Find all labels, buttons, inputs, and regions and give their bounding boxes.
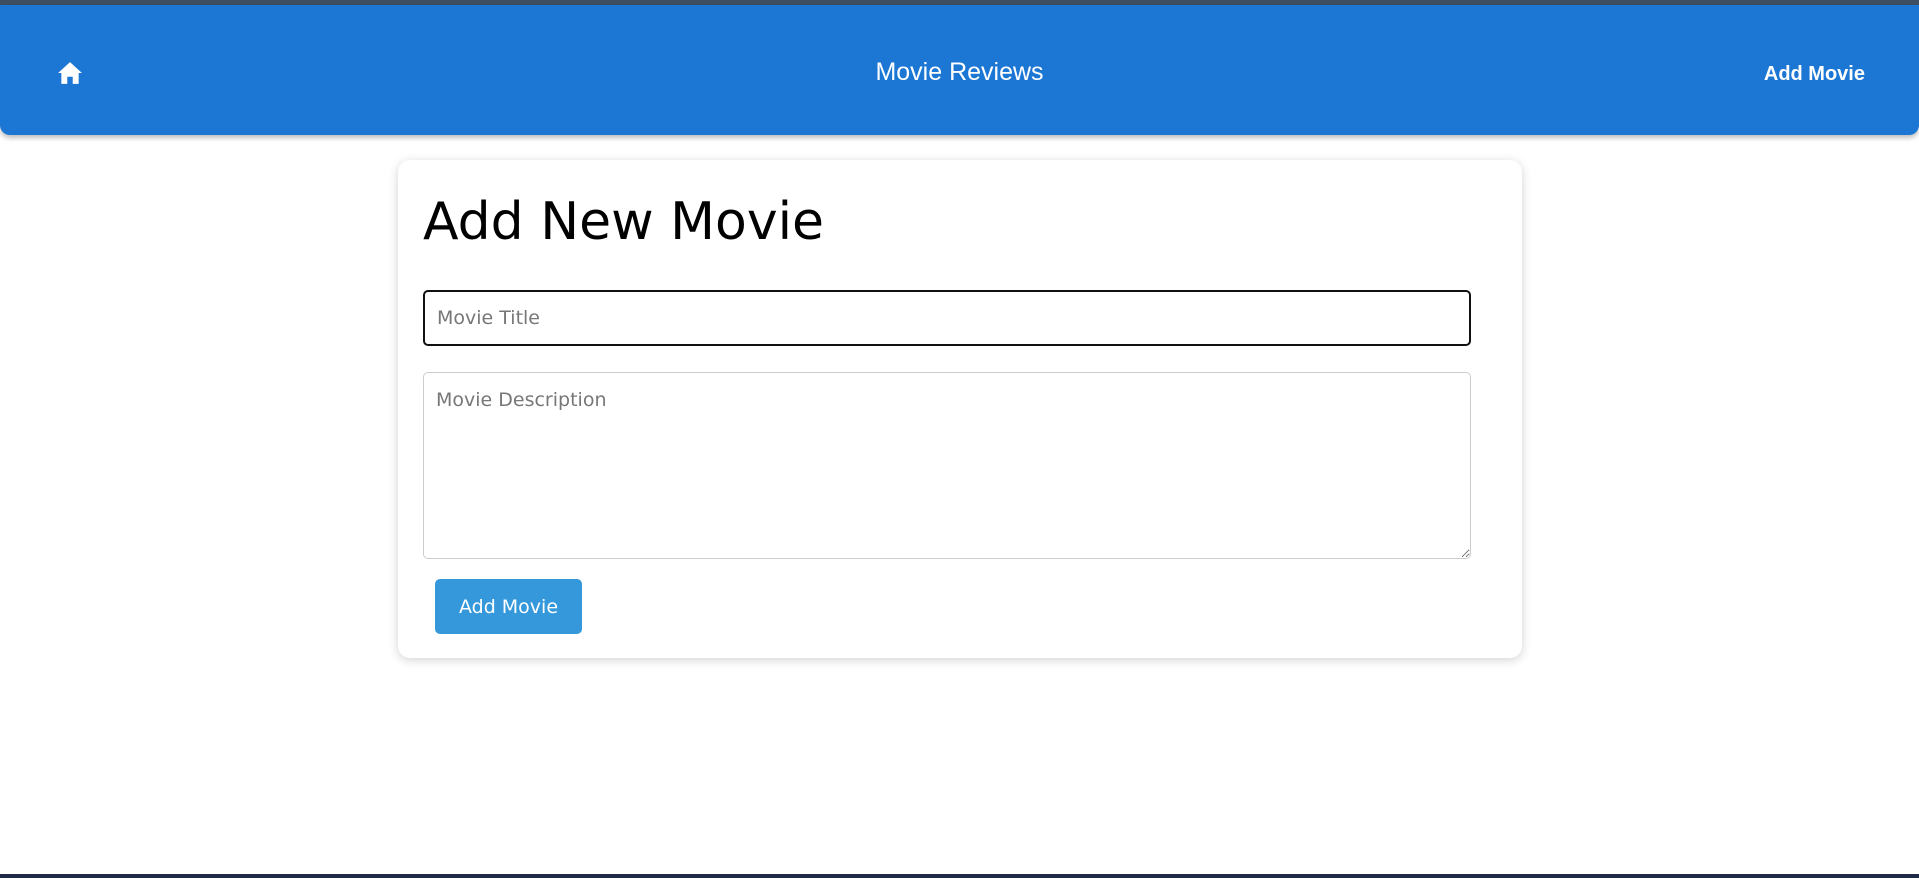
nav-add-movie-link[interactable]: Add Movie: [1764, 60, 1865, 88]
movie-title-input[interactable]: [423, 290, 1471, 346]
page-title: Add New Movie: [423, 192, 825, 252]
app-bar: Movie Reviews Add Movie: [0, 5, 1919, 135]
window-bottom-strip: [0, 874, 1919, 878]
app-title: Movie Reviews: [875, 58, 1044, 86]
add-movie-button[interactable]: Add Movie: [435, 579, 582, 634]
add-movie-card: Add New Movie Add Movie: [398, 160, 1522, 658]
movie-description-input[interactable]: [423, 372, 1471, 559]
